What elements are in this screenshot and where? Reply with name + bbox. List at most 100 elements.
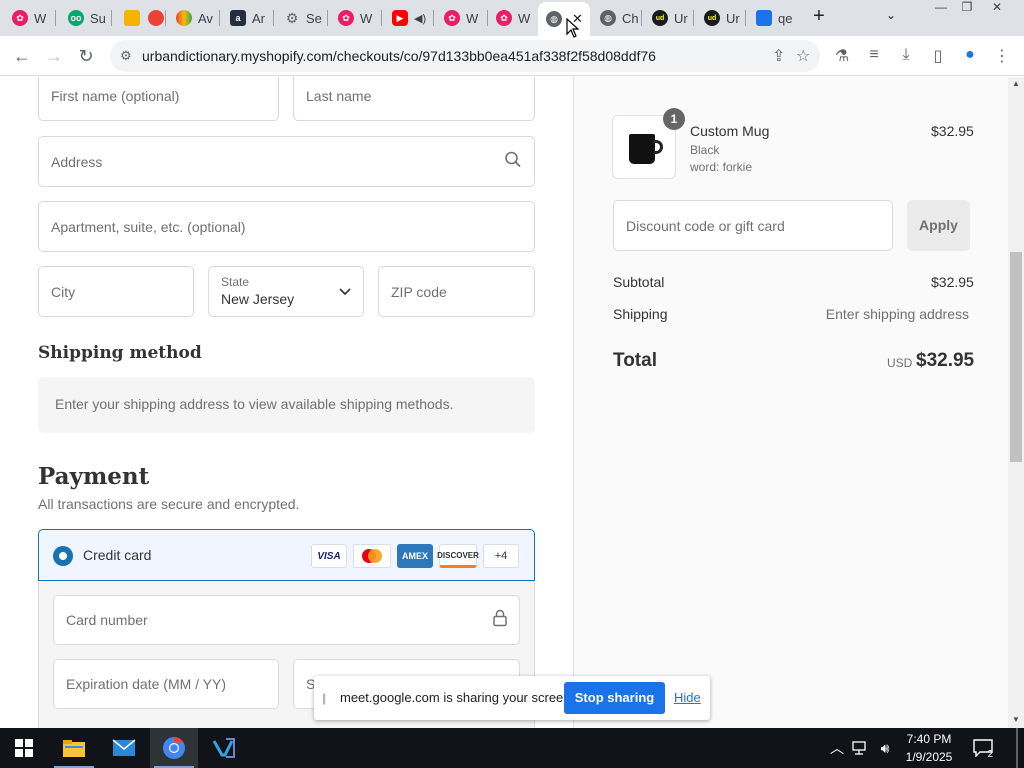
scroll-down-icon[interactable]: ▼ [1012, 715, 1020, 724]
bookmark-star-icon[interactable]: ☆ [796, 46, 810, 66]
chevron-down-icon [339, 283, 351, 301]
windows-start-icon[interactable] [0, 728, 48, 768]
volume-icon[interactable]: 🔊︎ [874, 728, 896, 768]
download-icon[interactable]: ⤓ [896, 46, 916, 66]
apply-discount-button[interactable]: Apply [907, 200, 970, 251]
mastercard-icon [353, 544, 391, 568]
product-variant-word: word: forkie [690, 160, 753, 174]
browser-tab[interactable]: ✿ W [488, 4, 538, 32]
profile-icon[interactable]: ● [960, 46, 980, 66]
notification-count: 2 [987, 749, 993, 760]
tab-search-chevron-icon[interactable]: ⌄ [886, 8, 896, 22]
system-clock[interactable]: 7:40 PM 1/9/2025 [895, 730, 963, 766]
mail-icon[interactable] [100, 728, 148, 768]
browser-tab[interactable]: ud Ur [696, 4, 746, 32]
lock-icon [493, 609, 507, 632]
scroll-up-icon[interactable]: ▲ [1012, 79, 1020, 88]
product-price: $32.95 [931, 123, 974, 139]
browser-tab[interactable]: ◍ Ch [592, 4, 642, 32]
checkout-page: First name (optional) Last name Address … [0, 77, 1024, 728]
site-info-icon[interactable]: ⚙ [120, 48, 132, 64]
shipping-method-heading: Shipping method [38, 343, 202, 363]
visa-icon: VISA [311, 544, 347, 568]
browser-tab[interactable] [140, 4, 166, 32]
first-name-field[interactable]: First name (optional) [38, 77, 279, 121]
page-scrollbar[interactable]: ▲ ▼ [1008, 77, 1024, 728]
address-bar[interactable]: ⚙ urbandictionary.myshopify.com/checkout… [110, 40, 820, 72]
hide-banner-link[interactable]: Hide [674, 690, 701, 705]
total-currency: USD [887, 356, 913, 370]
credit-card-option[interactable]: Credit card VISA AMEX DISCOVER +4 [38, 529, 535, 581]
forward-icon[interactable]: → [42, 44, 66, 68]
more-cards-badge: +4 [483, 544, 519, 568]
drag-handle-icon[interactable]: || [322, 691, 326, 705]
card-number-field[interactable]: Card number [53, 595, 520, 645]
network-icon[interactable] [850, 728, 872, 768]
total-value: $32.95 [916, 350, 975, 371]
extension-icon[interactable]: ⚗ [832, 46, 852, 66]
url-text[interactable]: urbandictionary.myshopify.com/checkouts/… [142, 48, 656, 64]
search-icon [504, 150, 522, 173]
tray-overflow-chevron-icon[interactable]: ︿ [828, 728, 846, 768]
mouse-cursor-icon [566, 17, 580, 43]
close-window-icon[interactable]: ✕ [982, 0, 1012, 18]
windows-taskbar: ︿ 🔊︎ 7:40 PM 1/9/2025 2 [0, 728, 1024, 768]
rainbow-icon [176, 10, 192, 26]
quantity-badge: 1 [663, 108, 685, 130]
browser-tab[interactable]: oo Su [60, 4, 112, 32]
browser-tab[interactable]: ✿ W [436, 4, 488, 32]
apartment-field[interactable]: Apartment, suite, etc. (optional) [38, 201, 535, 252]
tripadvisor-icon: oo [68, 10, 84, 26]
gear-icon: ⚙ [285, 9, 299, 26]
stop-sharing-button[interactable]: Stop sharing [564, 682, 665, 714]
restore-icon[interactable]: ❐ [952, 0, 982, 18]
ud-icon: ud [704, 10, 720, 26]
zip-field[interactable]: ZIP code [378, 266, 535, 317]
browser-tab[interactable]: ⚙ Se [276, 4, 328, 32]
new-tab-button[interactable]: + [808, 6, 830, 28]
browser-tab-active[interactable]: ◍ ✕ [538, 2, 590, 36]
chrome-icon[interactable] [150, 728, 198, 768]
flower-icon: ✿ [444, 10, 460, 26]
notification-center-icon[interactable]: 2 [970, 728, 996, 768]
discount-code-field[interactable]: Discount code or gift card [613, 200, 893, 251]
browser-tab[interactable]: qe [748, 4, 798, 32]
payment-subtitle: All transactions are secure and encrypte… [38, 496, 300, 512]
state-select[interactable]: State New Jersey [208, 266, 364, 317]
expiration-date-field[interactable]: Expiration date (MM / YY) [53, 659, 279, 709]
side-panel-icon[interactable]: ▯ [928, 46, 948, 66]
scrollbar-thumb[interactable] [1010, 252, 1022, 462]
app-icon [756, 10, 772, 26]
record-icon [148, 10, 164, 26]
browser-tab[interactable]: Av [168, 4, 220, 32]
tab-strip: ✿ W oo Su Av a Ar ⚙ Se ✿ W ▶ ◀) ✿ W ✿ W ◍ ✕ ◍ Ch u… [0, 0, 1024, 36]
browser-tab[interactable]: ud Ur [644, 4, 694, 32]
shipping-method-note: Enter your shipping address to view avai… [38, 377, 535, 433]
share-icon[interactable]: ⇪ [772, 46, 785, 66]
address-field[interactable]: Address [38, 136, 535, 187]
last-name-field[interactable]: Last name [293, 77, 535, 121]
media-icon[interactable]: ≡ [864, 46, 884, 66]
menu-icon[interactable]: ⋮ [992, 46, 1012, 66]
discover-icon: DISCOVER [437, 544, 479, 568]
show-desktop-button[interactable] [1016, 728, 1018, 768]
browser-tab[interactable]: ✿ W [330, 4, 382, 32]
shipping-value: Enter shipping address [825, 306, 969, 322]
flower-icon: ✿ [496, 10, 512, 26]
globe-icon: ◍ [546, 11, 562, 27]
browser-tab[interactable]: ✿ W [4, 4, 56, 32]
flower-icon: ✿ [338, 10, 354, 26]
file-explorer-icon[interactable] [50, 728, 98, 768]
subtotal-value: $32.95 [931, 274, 974, 290]
browser-tab[interactable]: a Ar [222, 4, 274, 32]
credit-card-radio[interactable] [53, 546, 73, 566]
product-variant-color: Black [690, 143, 720, 157]
share-message: meet.google.com is sharing your screen. [340, 690, 575, 705]
city-field[interactable]: City [38, 266, 194, 317]
back-icon[interactable]: ← [10, 44, 34, 68]
browser-tab[interactable]: ▶ ◀) [384, 4, 434, 32]
reload-icon[interactable]: ↻ [74, 44, 98, 68]
amex-icon: AMEX [397, 544, 433, 568]
visual-studio-icon[interactable] [200, 728, 248, 768]
screen-share-banner: || meet.google.com is sharing your scree… [314, 676, 710, 720]
